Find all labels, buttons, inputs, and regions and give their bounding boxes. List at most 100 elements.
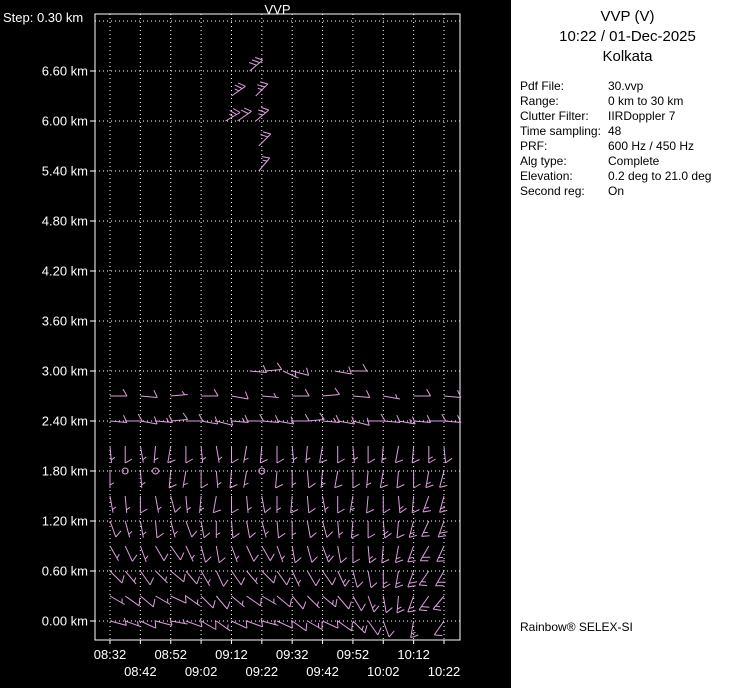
wind-barb — [140, 595, 156, 608]
wind-barb — [398, 495, 407, 514]
wind-barb — [352, 445, 359, 463]
wind-barb — [246, 520, 257, 539]
panel-field-row: Alg type: Complete — [520, 154, 744, 169]
wind-barb — [291, 570, 302, 587]
panel-site: Kolkata — [602, 48, 653, 65]
wind-barb — [216, 620, 231, 632]
wind-barb — [413, 388, 432, 397]
wind-barb — [125, 413, 143, 422]
wind-barb — [110, 388, 128, 397]
field-value: Complete — [608, 154, 660, 168]
wind-barb — [261, 495, 272, 514]
wind-barb — [200, 520, 211, 539]
wind-barb — [398, 416, 416, 425]
wind-barb — [395, 570, 404, 589]
wind-barb — [124, 545, 138, 562]
wind-barb — [200, 570, 211, 586]
wind-barb — [306, 470, 316, 489]
y-axis-label: 4.80 km — [42, 214, 88, 229]
app-window: 6.60 km 6.00 km 5.40 km 4.80 km 4.20 km 3.60 … — [0, 0, 744, 688]
wind-barb — [322, 387, 340, 397]
wind-barb — [443, 414, 462, 423]
wind-barb — [395, 545, 404, 564]
wind-barb — [322, 414, 340, 423]
wind-barb — [322, 495, 329, 513]
panel-title: VVP (V) — [600, 8, 655, 25]
wind-barb — [382, 620, 395, 638]
field-label: Elevation: — [520, 169, 573, 183]
wind-barb — [413, 471, 421, 489]
wind-barb — [367, 521, 376, 539]
wind-barb — [155, 414, 173, 423]
wind-barb — [367, 595, 380, 613]
wind-barb — [352, 620, 368, 634]
wind-barb — [139, 445, 147, 463]
wind-barb — [382, 496, 391, 514]
wind-barb — [306, 545, 318, 563]
wind-barb — [291, 595, 307, 610]
plot-title: VVP — [264, 2, 291, 17]
wind-barb — [407, 570, 418, 588]
field-label: Clutter Filter: — [520, 109, 589, 123]
wind-barb — [200, 620, 217, 630]
wind-barb — [139, 520, 147, 538]
wind-barb — [352, 417, 370, 426]
field-value: 0.2 deg to 21.0 deg — [608, 169, 712, 183]
field-value: 0 km to 30 km — [608, 94, 684, 108]
wind-barb — [109, 595, 125, 605]
wind-barb — [155, 545, 169, 561]
brand-label: Rainbow® SELEX-SI — [520, 620, 633, 634]
wind-barb — [334, 470, 343, 489]
wind-barb — [200, 471, 209, 489]
wind-barb — [185, 545, 195, 562]
x-axis-label: 10:02 — [367, 664, 400, 679]
wind-barb — [367, 570, 378, 589]
wind-barb — [185, 495, 192, 513]
y-axis-label: 4.20 km — [42, 264, 88, 279]
field-label: PRF: — [520, 139, 548, 153]
wind-barb — [259, 445, 268, 464]
wind-barb — [368, 413, 386, 422]
wind-barb — [243, 470, 249, 488]
wind-barb — [109, 495, 117, 513]
wind-barb — [307, 412, 325, 422]
wind-barb — [155, 495, 162, 513]
wind-barb — [305, 445, 311, 463]
x-axis-label: 09:02 — [185, 664, 218, 679]
wind-barb — [231, 414, 249, 423]
wind-barb — [124, 520, 133, 538]
field-label: Time sampling: — [520, 124, 601, 138]
wind-barb — [421, 520, 430, 537]
field-value: 30.vvp — [608, 79, 644, 93]
panel-field-row: Elevation: 0.2 deg to 21.0 deg — [520, 169, 744, 184]
wind-barb — [276, 520, 286, 539]
wind-barb — [170, 495, 182, 513]
wind-barb — [433, 620, 445, 637]
wind-barb — [258, 131, 272, 147]
wind-barb — [170, 412, 189, 422]
wind-barb — [337, 570, 350, 587]
wind-barb — [425, 470, 434, 489]
wind-barb — [383, 394, 401, 400]
wind-barb — [264, 362, 283, 372]
wind-barb — [407, 595, 416, 613]
info-panel: VVP (V) 10:22 / 01-Dec-2025 Kolkata Pdf … — [511, 0, 744, 688]
wind-barb — [322, 570, 337, 586]
wind-barb — [261, 545, 275, 561]
wind-barb — [109, 520, 122, 538]
field-value: 600 Hz / 450 Hz — [608, 139, 695, 153]
panel-field-row: Range: 0 km to 30 km — [520, 94, 744, 109]
wind-barb — [200, 445, 207, 463]
field-value: 48 — [608, 124, 622, 138]
wind-barb — [291, 471, 297, 488]
y-axis-label: 5.40 km — [42, 164, 88, 179]
y-axis-label: 1.80 km — [42, 464, 88, 479]
wind-barb — [231, 496, 239, 514]
wind-barb — [246, 570, 258, 585]
wind-barb — [200, 545, 212, 563]
wind-barb — [231, 446, 239, 464]
y-axis-label: 0.60 km — [42, 564, 88, 579]
wind-barb — [382, 520, 392, 539]
wind-barb — [215, 570, 229, 587]
wind-barb — [170, 570, 186, 583]
